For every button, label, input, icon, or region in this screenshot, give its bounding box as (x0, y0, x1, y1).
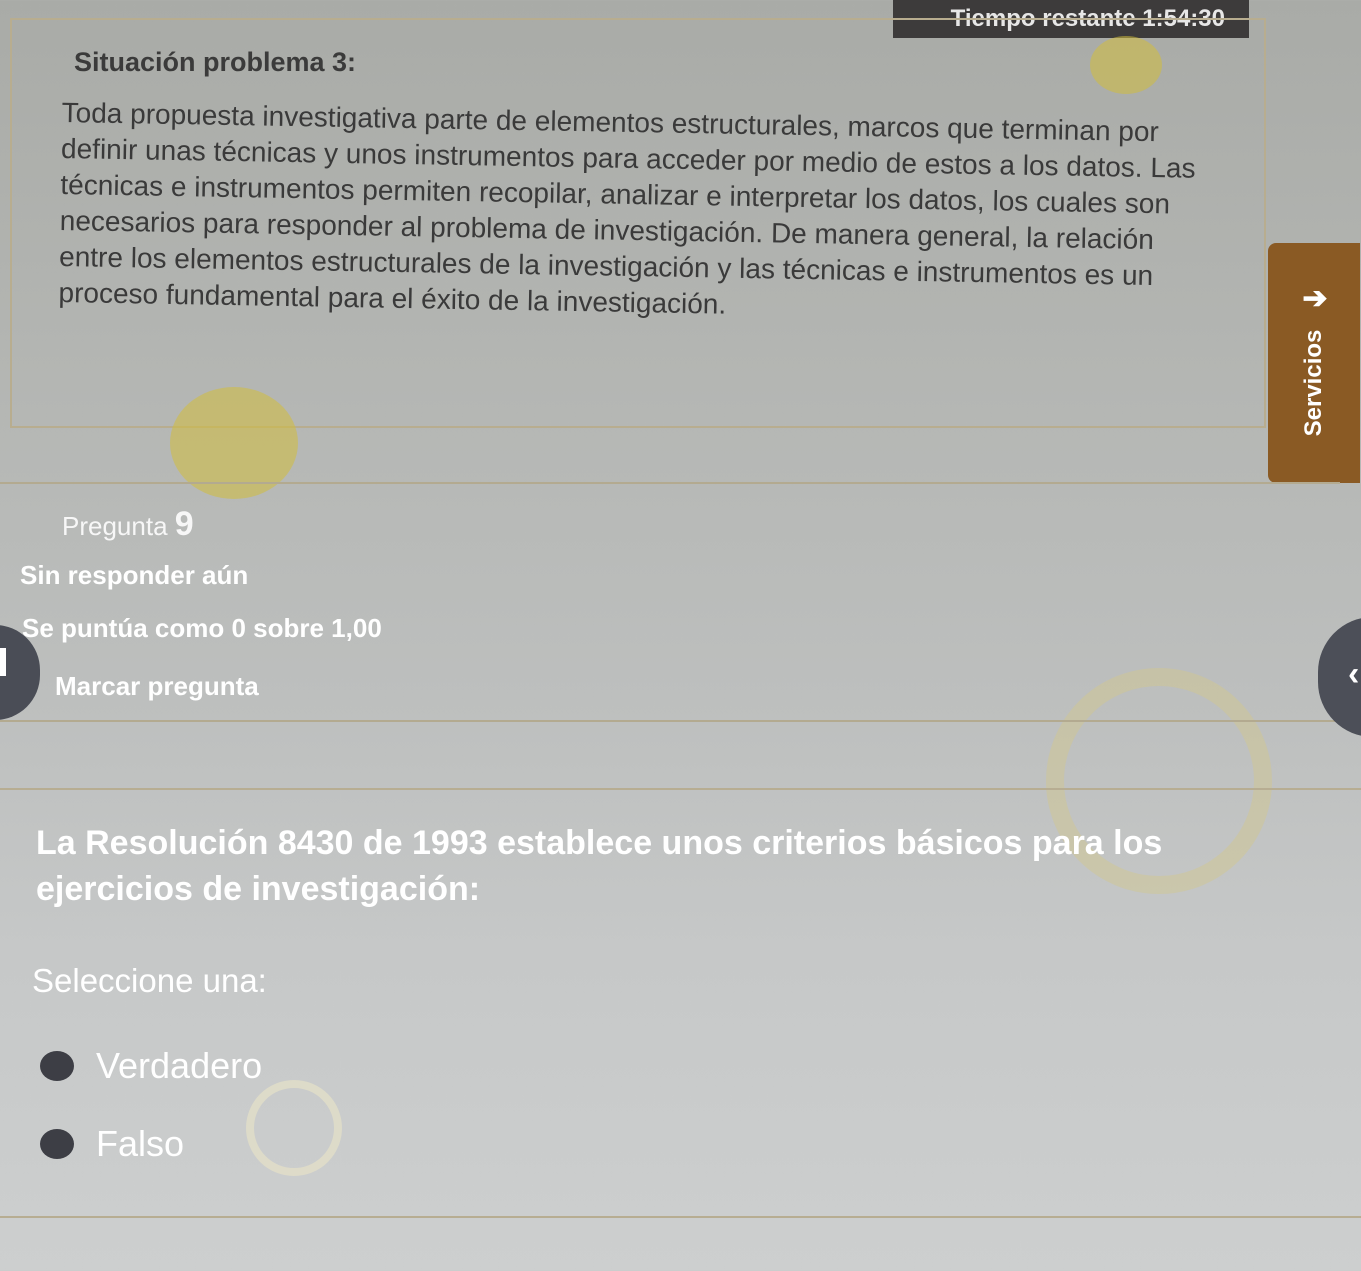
flag-question-link[interactable]: Marcar pregunta (55, 671, 259, 702)
services-tab[interactable]: ➔ Servicios (1268, 243, 1360, 483)
option-falso[interactable]: Falso (40, 1123, 184, 1165)
question-state: Sin responder aún (20, 560, 249, 590)
select-prompt: Seleccione una: (32, 962, 267, 999)
radio-verdadero[interactable] (40, 1051, 74, 1081)
chevron-left-icon: ‹ (1348, 655, 1360, 693)
question-number: Pregunta 9 (62, 505, 194, 544)
option-verdadero[interactable]: Verdadero (40, 1045, 262, 1087)
info-text: Toda propuesta investigativa parte de el… (58, 96, 1196, 320)
question-number-value: 9 (174, 505, 194, 543)
question-text: La Resolución 8430 de 1993 establece uno… (36, 824, 1163, 908)
radio-falso[interactable] (40, 1129, 74, 1159)
arrow-right-icon: ➔ (1302, 282, 1328, 315)
flag-icon (0, 648, 6, 676)
option-label: Falso (96, 1123, 185, 1164)
option-label: Verdadero (96, 1045, 263, 1086)
question-grade: Se puntúa como 0 sobre 1,00 (22, 613, 382, 643)
info-title: Situación problema 3: (74, 47, 357, 77)
services-label: Servicios (1300, 329, 1327, 437)
question-number-prefix: Pregunta (62, 511, 168, 541)
